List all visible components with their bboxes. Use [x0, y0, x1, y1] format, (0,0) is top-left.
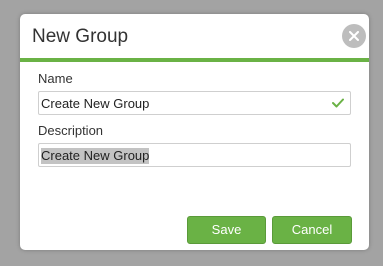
save-button[interactable]: Save: [187, 216, 266, 244]
close-button[interactable]: [342, 24, 366, 48]
dialog-header: New Group: [20, 14, 369, 62]
check-icon: [332, 98, 344, 108]
cancel-button[interactable]: Cancel: [272, 216, 352, 244]
name-label: Name: [38, 71, 73, 86]
description-input[interactable]: Create New Group: [38, 143, 351, 167]
new-group-dialog: New Group Name Create New Group Descript…: [20, 14, 369, 250]
close-icon: [349, 31, 359, 41]
dialog-title: New Group: [32, 26, 129, 47]
name-input-value: Create New Group: [41, 96, 150, 111]
name-input[interactable]: Create New Group: [38, 91, 351, 115]
description-input-value: Create New Group: [41, 148, 150, 164]
description-label: Description: [38, 123, 104, 138]
